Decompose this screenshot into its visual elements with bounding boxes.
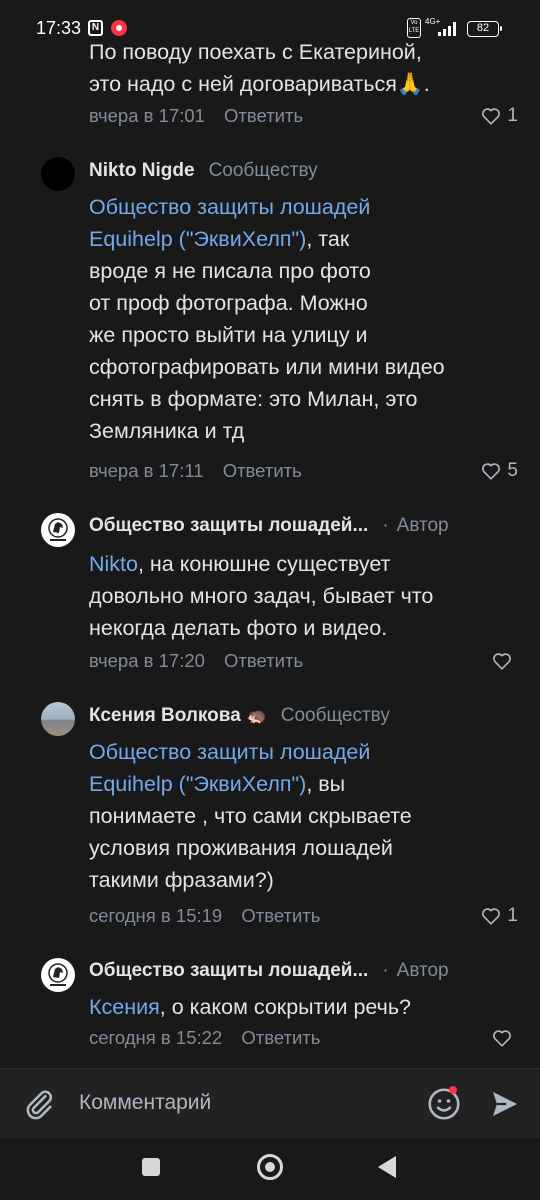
comment-text-fragment: , так: [306, 227, 350, 251]
comment-line: некогда делать фото и видео.: [89, 616, 388, 640]
like-count: 1: [507, 905, 518, 926]
signal-icon: [438, 22, 456, 36]
mention-link[interactable]: Общество защиты лошадей: [89, 195, 370, 219]
comment-time: сегодня в 15:22: [89, 1027, 223, 1048]
comment-composer: Комментарий: [0, 1068, 540, 1138]
reply-button[interactable]: Ответить: [241, 905, 320, 926]
comment-time: вчера в 17:01: [89, 105, 205, 126]
comment-meta: сегодня в 15:19 Ответить: [89, 905, 320, 929]
reply-button[interactable]: Ответить: [224, 650, 303, 671]
comment-header: Ксения Волкова 🦔 Сообществу: [89, 705, 390, 733]
comment-line: вроде я не писала про фото: [89, 259, 371, 283]
reply-button[interactable]: Ответить: [224, 105, 303, 126]
author-name[interactable]: Общество защиты лошадей...: [89, 515, 368, 537]
status-time: 17:33: [36, 18, 82, 38]
avatar[interactable]: [41, 958, 75, 992]
mention-link[interactable]: Общество защиты лошадей: [89, 740, 370, 764]
like-button[interactable]: 1: [481, 104, 518, 128]
reply-button[interactable]: Ответить: [241, 1027, 320, 1048]
heart-icon: [482, 108, 501, 125]
heart-icon: [482, 908, 501, 925]
heart-icon: [493, 653, 511, 670]
author-name[interactable]: Ксения Волкова: [89, 705, 241, 727]
mention-link[interactable]: Ксения: [89, 995, 160, 1019]
location-icon: [111, 20, 127, 36]
reply-button[interactable]: Ответить: [223, 460, 302, 481]
hedgehog-emoji: 🦔: [246, 708, 267, 725]
recents-button[interactable]: [142, 1158, 160, 1176]
notification-dot: [449, 1086, 457, 1094]
comment-line: от проф фотографа. Можно: [89, 291, 368, 315]
comment-text: Общество защиты лошадей Equihelp ("ЭквиХ…: [89, 736, 519, 896]
home-button[interactable]: [257, 1154, 283, 1180]
comment-meta: вчера в 17:11 Ответить: [89, 460, 302, 484]
comment-header: Общество защиты лошадей... Автор: [89, 960, 449, 988]
avatar[interactable]: [41, 702, 75, 736]
mention-link[interactable]: Equihelp ("ЭквиХелп"): [89, 227, 306, 251]
author-role: Автор: [382, 515, 449, 537]
battery-icon: 82: [467, 21, 502, 37]
comment-meta: вчера в 17:01 Ответить: [89, 105, 303, 129]
author-role: Сообществу: [280, 705, 390, 726]
comment-text-fragment: , о каком сокрытии речь?: [159, 995, 412, 1019]
horse-logo-icon: [48, 963, 68, 986]
avatar[interactable]: [41, 513, 75, 547]
comment-meta: вчера в 17:20 Ответить: [89, 650, 303, 674]
comment-line: это надо с ней договариваться🙏.: [89, 72, 430, 96]
author-role: Сообществу: [208, 160, 318, 181]
send-icon[interactable]: [489, 1088, 521, 1125]
comment-line: сфотографировать или мини видео: [89, 355, 445, 379]
author-role: Автор: [382, 960, 449, 982]
comment-text: По поводу поехать с Екатериной, это надо…: [89, 36, 519, 100]
comment-line: довольно много задач, бывает что: [89, 584, 434, 608]
like-button[interactable]: 1: [481, 904, 518, 928]
comment-line: понимаете , что сами скрываете: [89, 804, 412, 828]
author-name[interactable]: Общество защиты лошадей...: [89, 960, 368, 982]
comment-header: Nikto Nigde Сообществу: [89, 160, 318, 188]
comment-line: Земляника и тд: [89, 419, 245, 443]
author-name[interactable]: Nikto Nigde: [89, 160, 195, 182]
mention-link[interactable]: Nikto: [89, 552, 138, 576]
like-button[interactable]: [492, 649, 518, 673]
comment-line: По поводу поехать с Екатериной,: [89, 40, 422, 64]
comment-time: вчера в 17:11: [89, 460, 204, 481]
smile-icon[interactable]: [426, 1086, 462, 1127]
like-count: 1: [507, 105, 518, 126]
comment-header: Общество защиты лошадей... Автор: [89, 515, 449, 543]
horse-logo-icon: [48, 518, 68, 541]
comment-text: Nikto, на конюшне существует довольно мн…: [89, 548, 519, 644]
like-count: 5: [507, 460, 518, 481]
comment-line: же просто выйти на улицу и: [89, 323, 368, 347]
comment-text-fragment: , вы: [306, 772, 346, 796]
volte-icon: Vo LTE: [407, 18, 421, 38]
nfc-icon: N: [88, 20, 103, 36]
like-button[interactable]: [492, 1026, 518, 1050]
comment-line: условия проживания лошадей: [89, 836, 393, 860]
comment-text: Общество защиты лошадей Equihelp ("ЭквиХ…: [89, 191, 519, 447]
paperclip-icon[interactable]: [22, 1087, 56, 1126]
comment-line: такими фразами?): [89, 868, 274, 892]
comment-meta: сегодня в 15:22 Ответить: [89, 1027, 320, 1051]
back-button[interactable]: [378, 1156, 396, 1178]
heart-icon: [482, 463, 501, 480]
system-nav-bar: [0, 1138, 540, 1200]
comment-line: снять в формате: это Милан, это: [89, 387, 418, 411]
comment-text: Ксения, о каком сокрытии речь?: [89, 991, 519, 1023]
comment-input[interactable]: Комментарий: [79, 1091, 211, 1115]
comment-time: вчера в 17:20: [89, 650, 205, 671]
mention-link[interactable]: Equihelp ("ЭквиХелп"): [89, 772, 306, 796]
like-button[interactable]: 5: [481, 459, 518, 483]
comment-text-fragment: , на конюшне существует: [137, 552, 391, 576]
avatar[interactable]: [41, 157, 75, 191]
comment-time: сегодня в 15:19: [89, 905, 223, 926]
heart-icon: [493, 1030, 511, 1047]
